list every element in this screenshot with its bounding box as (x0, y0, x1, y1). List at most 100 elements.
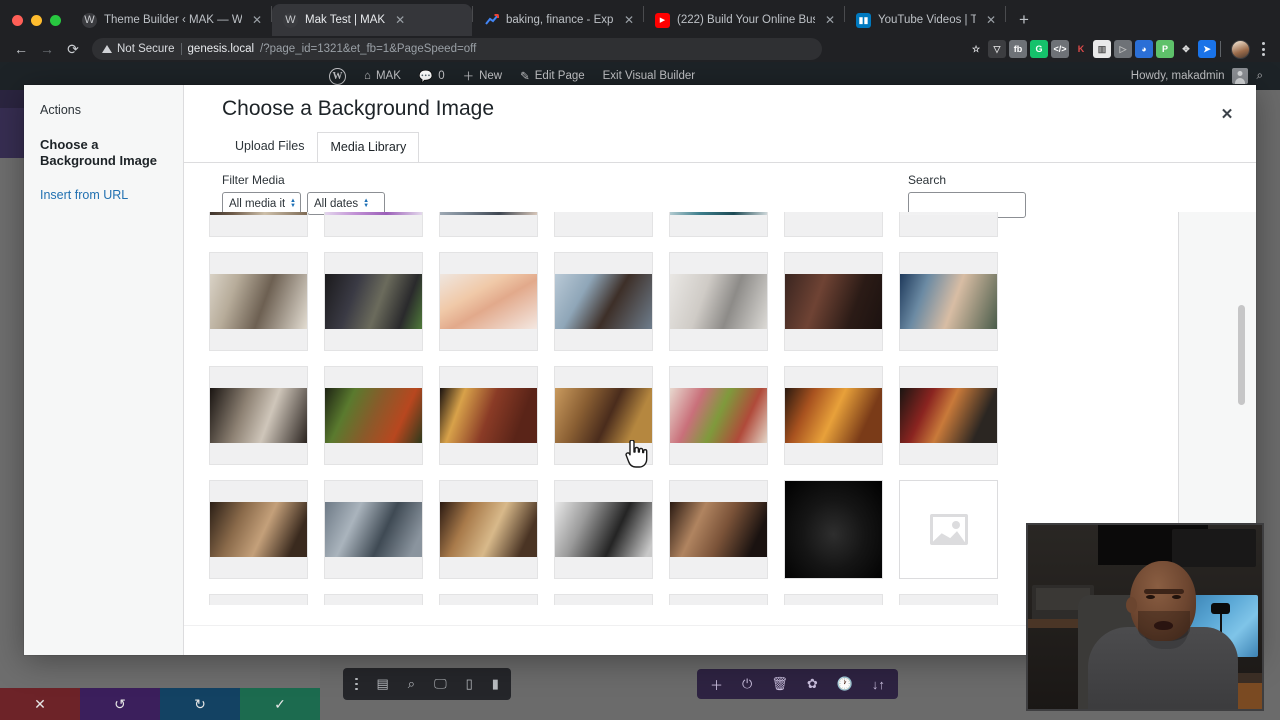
blank-thumb-1[interactable] (554, 212, 653, 237)
player-icon[interactable]: ▷ (1114, 40, 1132, 58)
plus-icon[interactable]: ＋ (710, 675, 723, 694)
pottery-glaze-thumb[interactable] (209, 212, 308, 237)
blank-thumb-4[interactable] (899, 594, 998, 605)
hands-clay-dark-thumb[interactable] (784, 252, 883, 351)
media-grid-scrollbar-thumb[interactable] (1238, 305, 1245, 405)
minimize-window-button[interactable] (31, 15, 42, 26)
sidebar-item-choose-background-image[interactable]: Choose a Background Image (40, 137, 167, 170)
sort-icon[interactable]: ↓↑ (872, 677, 885, 692)
avatar[interactable] (1231, 68, 1248, 84)
code-icon[interactable]: </> (1051, 40, 1069, 58)
address-bar[interactable]: Not Secure genesis.local /?page_id=1321&… (92, 38, 822, 60)
smiling-man-mountain-thumb[interactable] (554, 252, 653, 351)
black-handbag-thumb[interactable] (784, 480, 883, 579)
divi-cancel-button[interactable]: ✕ (0, 688, 80, 720)
browser-tab-1[interactable]: W Mak Test | MAK ✕ (272, 4, 472, 36)
url-host: genesis.local (187, 43, 255, 55)
empty-placeholder-thumb[interactable] (899, 480, 998, 579)
painting-pottery-thumb[interactable] (209, 252, 308, 351)
forward-icon[interactable]: → (34, 37, 60, 61)
pure-vpn-icon[interactable]: P (1156, 40, 1174, 58)
divi-redo-button[interactable]: ↻ (160, 688, 240, 720)
steak-salad-thumb[interactable] (324, 366, 423, 465)
exit-builder-label: Exit Visual Builder (602, 70, 696, 82)
bookmark-star-icon[interactable]: ☆ (967, 40, 985, 58)
fb-pixel-icon[interactable]: fb (1009, 40, 1027, 58)
charcuterie-thumb[interactable] (669, 366, 768, 465)
phone-icon[interactable]: ▮ (492, 676, 499, 692)
browser-tab-0[interactable]: W Theme Builder ‹ MAK — WordPr ✕ (71, 4, 271, 36)
browser-tab-3[interactable]: ▶ (222) Build Your Online Business ✕ (644, 4, 844, 36)
restaurant-tables-thumb[interactable] (439, 480, 538, 579)
close-icon[interactable]: ✕ (392, 12, 408, 28)
light-gray-thumb[interactable] (899, 212, 998, 237)
media-grid-viewport[interactable] (209, 212, 1009, 605)
close-icon[interactable]: ✕ (621, 12, 637, 28)
desktop-icon[interactable]: 🖵 (434, 676, 447, 692)
edge-blue-icon[interactable]: ➤ (1198, 40, 1216, 58)
maximize-window-button[interactable] (50, 15, 61, 26)
pocket-icon[interactable]: ▽ (988, 40, 1006, 58)
gear-icon[interactable]: ✿ (807, 676, 818, 692)
history-icon[interactable]: 🕐 (837, 676, 853, 692)
close-icon[interactable]: ✕ (249, 12, 265, 28)
bar-interior-thumb[interactable] (324, 480, 423, 579)
power-icon[interactable]: ⏻ (742, 676, 752, 692)
window-person-thumb[interactable] (209, 594, 308, 605)
reload-icon[interactable]: ⟳ (60, 37, 86, 61)
sidebar-item-insert-from-url[interactable]: Insert from URL (40, 188, 167, 202)
thumbnail-image (670, 388, 767, 443)
screen-root: Section Settings ⌐ ▤ W ⌂ MAK (0, 0, 1280, 720)
striped-person-thumb[interactable] (439, 212, 538, 237)
ribs-grill-thumb[interactable] (784, 366, 883, 465)
close-icon[interactable]: ✕ (983, 12, 999, 28)
glasses-woman-thumb[interactable] (554, 594, 653, 605)
close-window-button[interactable] (12, 15, 23, 26)
street-storefront-thumb[interactable] (899, 366, 998, 465)
steak-board-thumb[interactable] (554, 366, 653, 465)
blank-thumb-3[interactable] (784, 594, 883, 605)
coffee-barista-thumb[interactable] (324, 252, 423, 351)
howdy-label[interactable]: Howdy, makadmin (1131, 70, 1225, 82)
chef-bw-thumb[interactable] (554, 480, 653, 579)
back-icon[interactable]: ← (8, 37, 34, 61)
bowls-shelf-thumb[interactable] (209, 366, 308, 465)
tab-upload-files[interactable]: Upload Files (222, 131, 317, 161)
smiling-woman-thumb[interactable] (439, 252, 538, 351)
analytics-icon[interactable]: ▥ (1093, 40, 1111, 58)
keywords-everywhere-icon[interactable]: K (1072, 40, 1090, 58)
gray-portrait-thumb[interactable] (439, 594, 538, 605)
dark-green-leaf-thumb[interactable] (669, 594, 768, 605)
thumbnail-image (670, 212, 767, 215)
thumbnail-image (210, 388, 307, 443)
couple-cafe-thumb[interactable] (209, 480, 308, 579)
wireframe-icon[interactable]: ▤ (377, 676, 389, 692)
kebab-menu-icon[interactable] (355, 677, 358, 691)
browser-tab-4[interactable]: ▮▮ YouTube Videos | Trello ✕ (845, 4, 1005, 36)
leather-craft-thumb[interactable] (669, 480, 768, 579)
url-divider (180, 43, 182, 55)
tablet-icon[interactable]: ▯ (466, 676, 473, 692)
purple-fabric-thumb[interactable] (324, 212, 423, 237)
trash-icon[interactable]: 🗑 (771, 676, 788, 692)
dark-head-thumb[interactable] (324, 594, 423, 605)
divi-save-button[interactable]: ✓ (240, 688, 320, 720)
new-tab-button[interactable]: + (1010, 6, 1038, 34)
shaping-pot-thumb[interactable] (899, 252, 998, 351)
blank-thumb-2[interactable] (784, 212, 883, 237)
profile-avatar-icon[interactable] (1231, 39, 1250, 59)
zoom-icon[interactable]: ⌕ (408, 676, 415, 692)
scatter-icon[interactable]: ✥ (1177, 40, 1195, 58)
not-secure-badge[interactable]: Not Secure (102, 43, 175, 55)
loom-icon[interactable]: ◕ (1135, 40, 1153, 58)
grammarly-icon[interactable]: G (1030, 40, 1048, 58)
close-icon[interactable]: ✕ (822, 12, 838, 28)
close-icon[interactable]: ✕ (1210, 97, 1244, 131)
divi-undo-button[interactable]: ↺ (80, 688, 160, 720)
ceramic-vase-thumb[interactable] (669, 252, 768, 351)
grilled-steak-fire-thumb[interactable] (439, 366, 538, 465)
teal-pattern-thumb[interactable] (669, 212, 768, 237)
browser-menu-icon[interactable] (1254, 42, 1272, 56)
tab-media-library[interactable]: Media Library (317, 132, 420, 162)
browser-tab-2[interactable]: baking, finance - Explore - Goog ✕ (473, 4, 643, 36)
